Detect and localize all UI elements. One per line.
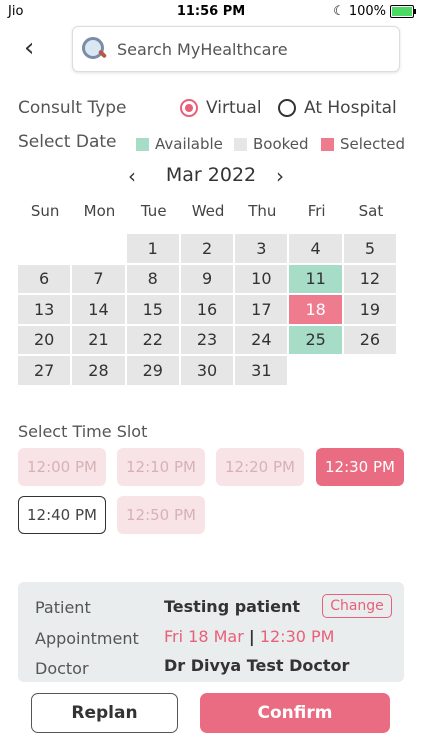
appointment-value: Fri 18 Mar | 12:30 PM — [164, 627, 334, 646]
battery-percent: 100% — [348, 4, 386, 19]
calendar-day-9[interactable]: 9 — [180, 264, 234, 293]
confirm-button[interactable]: Confirm — [200, 693, 390, 733]
calendar-day-17[interactable]: 17 — [235, 295, 288, 324]
time-slot-1250pm: 12:50 PM — [117, 496, 205, 534]
weekday-tue: Tue — [140, 202, 167, 220]
legend-selected: Selected — [321, 135, 405, 153]
search-input[interactable] — [115, 38, 389, 60]
status-bar: Jio 11:56 PM ☾ 100% — [0, 0, 422, 24]
calendar-day-10[interactable]: 10 — [235, 264, 288, 293]
appointment-date: Fri 18 Mar — [164, 627, 244, 646]
month-label: Mar 2022 — [165, 164, 257, 186]
time-slot-1200pm: 12:00 PM — [18, 448, 106, 486]
legend-selected-label: Selected — [340, 135, 406, 153]
calendar-day-7[interactable]: 7 — [72, 264, 125, 293]
legend-booked-label: Booked — [253, 135, 309, 153]
calendar-day-3[interactable]: 3 — [235, 234, 288, 263]
selected-swatch — [321, 137, 334, 151]
time-slot-1240pm[interactable]: 12:40 PM — [18, 496, 106, 534]
weekday-sun: Sun — [30, 202, 60, 220]
weekday-header: Sun Mon Tue Wed Thu Fri Sat — [18, 202, 398, 220]
doctor-name: Dr Divya Test Doctor — [164, 656, 350, 675]
replan-button[interactable]: Replan — [31, 693, 178, 733]
doctor-label: Doctor — [35, 659, 89, 678]
appointment-time: 12:30 PM — [259, 627, 335, 646]
calendar-day-2[interactable]: 2 — [180, 234, 234, 263]
weekday-fri: Fri — [307, 202, 326, 220]
weekday-mon: Mon — [83, 202, 116, 220]
patient-label: Patient — [35, 598, 91, 617]
search-bar[interactable] — [72, 26, 400, 72]
patient-name: Testing patient — [164, 597, 300, 616]
battery-icon — [390, 5, 416, 18]
calendar-empty-cell — [72, 234, 124, 263]
radio-at-hospital-label: At Hospital — [304, 98, 397, 118]
calendar-day-1[interactable]: 1 — [126, 234, 179, 263]
change-button[interactable]: Change — [322, 594, 392, 618]
moon-icon: ☾ — [333, 4, 345, 19]
calendar-day-5[interactable]: 5 — [343, 234, 397, 263]
calendar-day-8[interactable]: 8 — [126, 264, 179, 293]
status-right: ☾ 100% — [333, 4, 416, 19]
legend-available-label: Available — [155, 135, 223, 153]
back-icon[interactable]: ‹ — [24, 34, 50, 62]
calendar-day-16[interactable]: 16 — [180, 295, 234, 324]
radio-unchecked-icon — [278, 99, 296, 117]
search-icon — [81, 36, 108, 62]
time-slot-1230pm[interactable]: 12:30 PM — [316, 448, 404, 486]
booked-swatch — [234, 137, 247, 151]
legend-available: Available — [136, 135, 223, 153]
calendar-day-30[interactable]: 30 — [180, 356, 234, 385]
next-month-icon[interactable]: › — [276, 164, 284, 188]
calendar-day-29[interactable]: 29 — [126, 356, 179, 385]
weekday-sat: Sat — [358, 202, 384, 220]
available-swatch — [136, 137, 149, 151]
radio-checked-icon — [180, 99, 198, 117]
calendar-day-19[interactable]: 19 — [343, 295, 397, 324]
calendar-day-28[interactable]: 28 — [72, 356, 125, 385]
calendar-day-25[interactable]: 25 — [289, 325, 342, 354]
calendar-day-13[interactable]: 13 — [18, 295, 71, 324]
appointment-label: Appointment — [35, 629, 139, 648]
time-slot-1220pm: 12:20 PM — [216, 448, 304, 486]
calendar-day-18[interactable]: 18 — [289, 295, 342, 324]
calendar-day-31[interactable]: 31 — [235, 356, 288, 385]
calendar-day-24[interactable]: 24 — [235, 325, 288, 354]
calendar-day-14[interactable]: 14 — [72, 295, 125, 324]
select-time-label: Select Time Slot — [18, 422, 148, 441]
calendar-day-6[interactable]: 6 — [18, 264, 71, 293]
radio-virtual[interactable]: Virtual — [180, 98, 262, 118]
calendar-grid: 1 2 3 4 5 6 7 8 9 10 11 12 13 14 15 16 17 18 19 20 21 22 23 24 2… — [18, 234, 398, 385]
calendar-day-23[interactable]: 23 — [180, 325, 234, 354]
calendar-day-21[interactable]: 21 — [72, 325, 125, 354]
weekday-thu: Thu — [248, 202, 277, 220]
consult-type-label: Consult Type — [18, 98, 127, 118]
calendar-day-12[interactable]: 12 — [343, 264, 397, 293]
calendar-day-4[interactable]: 4 — [289, 234, 342, 263]
radio-at-hospital[interactable]: At Hospital — [278, 98, 397, 118]
calendar-day-11[interactable]: 11 — [289, 264, 342, 293]
radio-virtual-label: Virtual — [206, 98, 262, 118]
calendar-day-15[interactable]: 15 — [126, 295, 179, 324]
time-slot-1210pm: 12:10 PM — [117, 448, 205, 486]
weekday-wed: Wed — [191, 202, 225, 220]
calendar-day-22[interactable]: 22 — [126, 325, 179, 354]
calendar-day-20[interactable]: 20 — [18, 325, 71, 354]
legend-booked: Booked — [234, 135, 309, 153]
calendar-day-26[interactable]: 26 — [343, 325, 397, 354]
select-date-label: Select Date — [18, 132, 117, 152]
calendar-empty-cell — [18, 234, 70, 263]
appointment-separator: | — [248, 627, 255, 646]
calendar-day-27[interactable]: 27 — [18, 356, 71, 385]
